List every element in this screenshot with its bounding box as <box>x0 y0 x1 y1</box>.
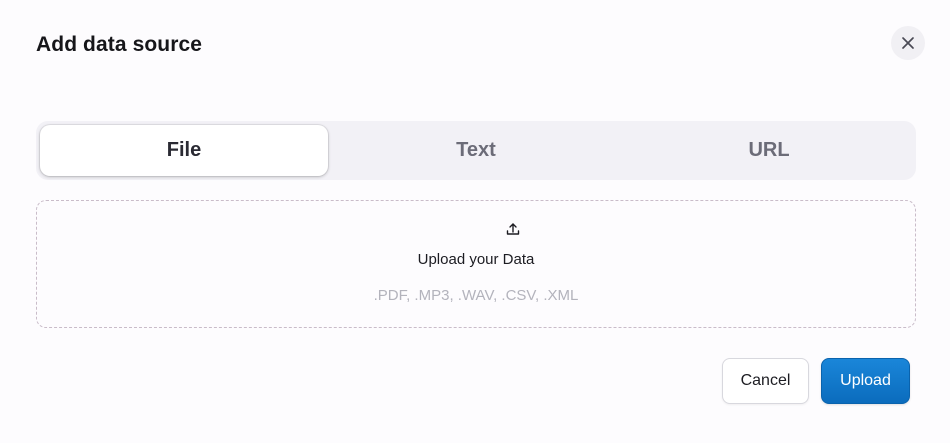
file-dropzone[interactable]: Upload your Data .PDF, .MP3, .WAV, .CSV,… <box>36 200 916 328</box>
add-data-source-dialog: Add data source File Text URL Upload you… <box>0 0 950 443</box>
upload-icon <box>506 223 520 235</box>
close-icon <box>902 37 914 49</box>
dialog-title: Add data source <box>36 33 203 56</box>
dropzone-title: Upload your Data <box>417 251 535 268</box>
accepted-formats: .PDF, .MP3, .WAV, .CSV, .XML <box>373 287 579 304</box>
tab-text[interactable]: Text <box>328 121 624 180</box>
cancel-button[interactable]: Cancel <box>722 358 809 404</box>
upload-button[interactable]: Upload <box>821 358 910 404</box>
tab-file[interactable]: File <box>40 125 328 176</box>
close-button[interactable] <box>891 26 925 60</box>
tab-url[interactable]: URL <box>624 121 914 180</box>
source-type-tabs: File Text URL <box>36 121 916 180</box>
